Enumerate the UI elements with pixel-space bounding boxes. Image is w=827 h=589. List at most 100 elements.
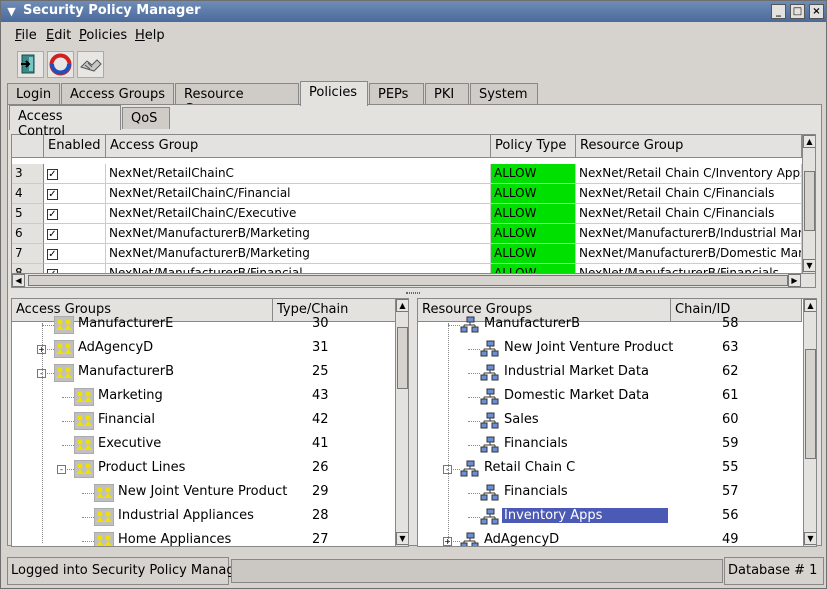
tree-node[interactable]: New Joint Venture Product 63 — [418, 337, 798, 361]
tree-node[interactable]: ManufacturerB 58 — [418, 313, 798, 337]
subtab-qos[interactable]: QoS — [122, 107, 170, 129]
tree-node[interactable]: Financials 57 — [418, 481, 798, 505]
splitter-grip-icon[interactable] — [406, 292, 420, 294]
table-vertical-scrollbar[interactable]: ▲ ▼ — [802, 135, 815, 273]
access-group-cell[interactable]: NexNet/RetailChainC — [106, 164, 491, 184]
menu-help[interactable]: Help — [135, 28, 165, 43]
table-horizontal-scrollbar[interactable]: ◀ ▶ — [12, 273, 815, 287]
row-number-cell[interactable]: 5 — [12, 204, 44, 224]
policy-type-cell[interactable]: ALLOW — [491, 164, 576, 184]
exit-icon[interactable] — [17, 51, 44, 78]
row-number-cell-text: 6 — [15, 226, 23, 240]
tree-node[interactable]: Financials 59 — [418, 433, 798, 457]
scroll-thumb[interactable] — [805, 349, 816, 459]
resource-group-cell-text: NexNet/Retail Chain C/Financials — [579, 206, 775, 220]
policy-type-cell[interactable]: ALLOW — [491, 204, 576, 224]
tree-node[interactable]: Industrial Market Data 62 — [418, 361, 798, 385]
tree-node[interactable]: Home Appliances 27 — [12, 529, 392, 547]
tree-node[interactable]: - Retail Chain C 55 — [418, 457, 798, 481]
scroll-down-icon[interactable]: ▼ — [804, 532, 816, 545]
tree-node[interactable]: New Joint Venture Product 29 — [12, 481, 392, 505]
window-menu-icon[interactable]: ▼ — [4, 4, 19, 19]
row-number-cell[interactable]: 4 — [12, 184, 44, 204]
tab-system[interactable]: System — [470, 83, 538, 105]
menu-policies[interactable]: Policies — [79, 28, 127, 43]
tree-node-label: Financials — [504, 484, 568, 499]
tree-node[interactable]: + AdAgencyD 49 — [418, 529, 798, 546]
menu-file[interactable]: File — [15, 28, 37, 43]
enabled-checkbox[interactable]: ✓ — [47, 189, 58, 200]
collapse-icon[interactable]: - — [57, 465, 66, 474]
tree-node[interactable]: - Product Lines 26 — [12, 457, 392, 481]
tab-resource-groups[interactable]: Resource Groups — [175, 83, 299, 117]
maximize-icon[interactable]: □ — [790, 4, 805, 19]
tree-node[interactable]: + AdAgencyD 31 — [12, 337, 392, 361]
split-pane-divider[interactable] — [11, 290, 816, 296]
close-icon[interactable]: × — [809, 4, 824, 19]
access-groups-scrollbar[interactable]: ▲ ▼ — [395, 299, 408, 546]
scroll-thumb[interactable] — [28, 275, 788, 286]
resource-group-cell[interactable]: NexNet/Retail Chain C/Financials — [576, 184, 802, 204]
enabled-checkbox[interactable]: ✓ — [47, 249, 58, 260]
enabled-checkbox[interactable]: ✓ — [47, 169, 58, 180]
tab-label: Login — [16, 87, 52, 102]
access-group-cell[interactable]: NexNet/ManufacturerB/Marketing — [106, 224, 491, 244]
minimize-icon[interactable]: _ — [771, 4, 786, 19]
scroll-thumb[interactable] — [804, 171, 815, 231]
tree-node[interactable]: Executive 41 — [12, 433, 392, 457]
resource-group-cell[interactable]: NexNet/ManufacturerB/Industrial Marke — [576, 224, 802, 244]
network-icon — [460, 532, 480, 546]
scroll-up-icon[interactable]: ▲ — [804, 299, 816, 312]
table-row[interactable]: 7 ✓ NexNet/ManufacturerB/Marketing ALLOW Nex… — [12, 244, 802, 264]
refresh-icon[interactable] — [47, 51, 74, 78]
tree-node-value: 27 — [312, 532, 329, 547]
tab-access-groups[interactable]: Access Groups — [61, 83, 174, 105]
table-row[interactable]: 5 ✓ NexNet/RetailChainC/Executive ALLOW NexN… — [12, 204, 802, 224]
tree-node[interactable]: ManufacturerE 30 — [12, 313, 392, 337]
tree-node[interactable]: Domestic Market Data 61 — [418, 385, 798, 409]
tree-node-value: 61 — [722, 388, 739, 403]
scroll-down-icon[interactable]: ▼ — [803, 259, 815, 272]
tree-node[interactable]: Inventory Apps 56 — [418, 505, 798, 529]
scroll-down-icon[interactable]: ▼ — [396, 532, 408, 545]
access-group-cell[interactable]: NexNet/RetailChainC/Financial — [106, 184, 491, 204]
tree-node-label: Financial — [98, 412, 155, 427]
tree-node[interactable]: Financial 42 — [12, 409, 392, 433]
row-number-cell[interactable]: 7 — [12, 244, 44, 264]
scroll-up-icon[interactable]: ▲ — [396, 299, 408, 312]
table-row[interactable]: 4 ✓ NexNet/RetailChainC/Financial ALLOW NexN… — [12, 184, 802, 204]
scroll-up-icon[interactable]: ▲ — [803, 135, 815, 148]
tab-login[interactable]: Login — [7, 83, 60, 105]
resource-groups-scrollbar[interactable]: ▲ ▼ — [803, 299, 816, 546]
row-number-cell[interactable]: 6 — [12, 224, 44, 244]
tab-policies[interactable]: Policies — [300, 81, 368, 106]
scroll-right-icon[interactable]: ▶ — [788, 274, 801, 287]
table-row[interactable]: 6 ✓ NexNet/ManufacturerB/Marketing ALLOW Nex… — [12, 224, 802, 244]
policy-type-cell[interactable]: ALLOW — [491, 244, 576, 264]
policy-type-cell[interactable]: ALLOW — [491, 184, 576, 204]
enabled-checkbox[interactable]: ✓ — [47, 229, 58, 240]
enabled-checkbox[interactable]: ✓ — [47, 209, 58, 220]
column-header-resource-group[interactable]: Resource Group — [576, 135, 802, 158]
policy-type-cell[interactable]: ALLOW — [491, 224, 576, 244]
column-header-access-group[interactable]: Access Group — [106, 135, 491, 158]
table-row[interactable]: 3 ✓ NexNet/RetailChainC ALLOW NexNet/Retail … — [12, 164, 802, 184]
tree-node[interactable]: - ManufacturerB 25 — [12, 361, 392, 385]
column-header-policy-type[interactable]: Policy Type — [491, 135, 576, 158]
row-number-cell[interactable]: 3 — [12, 164, 44, 184]
subtab-access-control[interactable]: Access Control — [9, 105, 121, 139]
resource-group-cell[interactable]: NexNet/Retail Chain C/Inventory Apps — [576, 164, 802, 184]
tree-node[interactable]: Sales 60 — [418, 409, 798, 433]
access-group-cell[interactable]: NexNet/RetailChainC/Executive — [106, 204, 491, 224]
resource-group-cell[interactable]: NexNet/ManufacturerB/Domestic Mark — [576, 244, 802, 264]
tree-node[interactable]: Marketing 43 — [12, 385, 392, 409]
tab-pki[interactable]: PKI — [425, 83, 469, 105]
resource-group-cell[interactable]: NexNet/Retail Chain C/Financials — [576, 204, 802, 224]
access-group-cell[interactable]: NexNet/ManufacturerB/Marketing — [106, 244, 491, 264]
handshake-icon[interactable] — [77, 51, 104, 78]
tab-peps[interactable]: PEPs — [369, 83, 424, 105]
tree-node[interactable]: Industrial Appliances 28 — [12, 505, 392, 529]
scroll-left-icon[interactable]: ◀ — [12, 274, 25, 287]
menu-edit[interactable]: Edit — [46, 28, 71, 43]
scroll-thumb[interactable] — [397, 327, 408, 389]
